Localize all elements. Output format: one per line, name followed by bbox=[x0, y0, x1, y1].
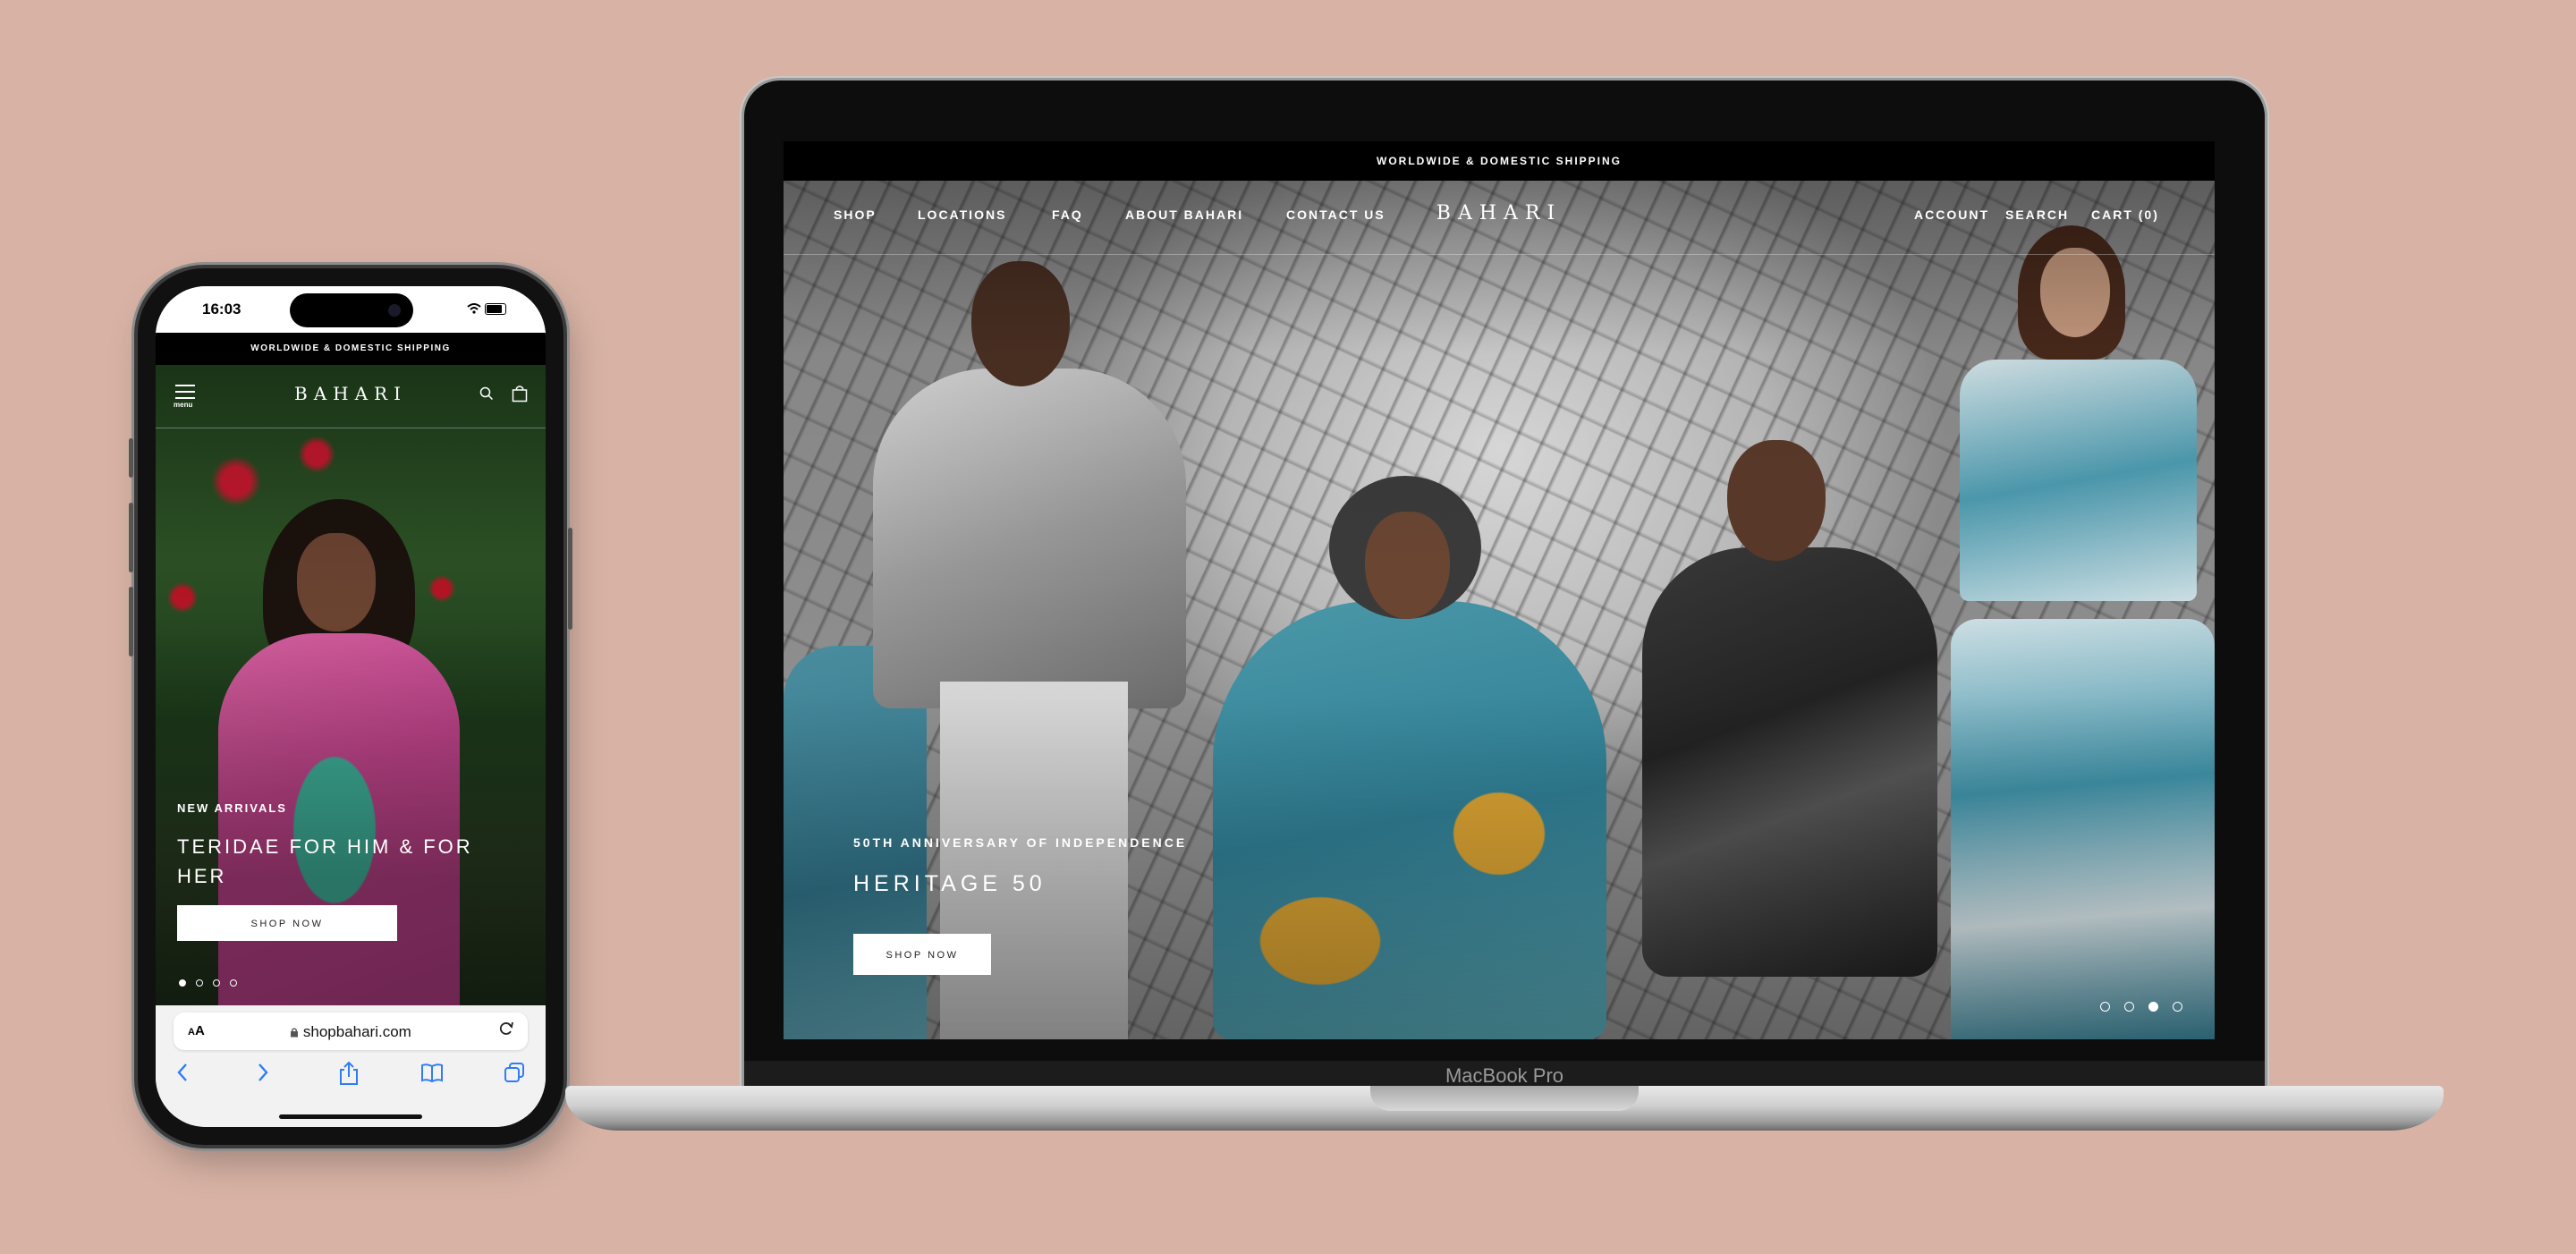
slide-dots bbox=[2100, 1000, 2182, 1016]
hero-eyebrow: NEW ARRIVALS bbox=[177, 801, 287, 815]
hero-heading: TERIDAE FOR HIM & FOR HER bbox=[177, 835, 473, 887]
phone-volume-up bbox=[129, 503, 133, 572]
slide-dot-1[interactable] bbox=[179, 979, 186, 987]
share-icon[interactable] bbox=[338, 1061, 360, 1092]
back-icon[interactable] bbox=[175, 1061, 190, 1090]
nav-search[interactable]: SEARCH bbox=[2005, 208, 2069, 222]
slide-dots bbox=[179, 975, 247, 991]
phone-mute-switch bbox=[129, 438, 133, 478]
status-icons bbox=[467, 301, 506, 315]
browser-toolbar bbox=[156, 1061, 546, 1097]
battery-icon bbox=[485, 302, 506, 315]
nav-account[interactable]: ACCOUNT bbox=[1914, 208, 1989, 222]
hero-eyebrow: 50TH ANNIVERSARY OF INDEPENDENCE bbox=[853, 835, 1188, 850]
bookmarks-icon[interactable] bbox=[420, 1061, 444, 1090]
shop-now-button[interactable]: SHOP NOW bbox=[853, 934, 991, 975]
reload-icon[interactable] bbox=[497, 1020, 515, 1043]
status-bar: 16:03 bbox=[156, 286, 546, 333]
phone-screen: 16:03 WORLDWIDE & DOMESTIC SHIPPING menu… bbox=[156, 286, 546, 1127]
status-time: 16:03 bbox=[202, 301, 242, 318]
cart-bag-icon[interactable] bbox=[512, 385, 528, 402]
url-text[interactable]: shopbahari.com bbox=[174, 1023, 528, 1041]
slide-dot-3[interactable] bbox=[2148, 1002, 2158, 1012]
announcement-bar: WORLDWIDE & DOMESTIC SHIPPING bbox=[156, 333, 546, 365]
brand-logo[interactable]: BAHARI bbox=[784, 202, 2215, 225]
hero-slide: menu BAHARI NEW ARRIVALS TERIDAE FOR HIM… bbox=[156, 365, 546, 1005]
address-bar[interactable]: AA shopbahari.com bbox=[174, 1013, 528, 1050]
slide-dot-2[interactable] bbox=[2124, 1002, 2134, 1012]
hero-slide: SHOP LOCATIONS FAQ ABOUT BAHARI CONTACT … bbox=[784, 181, 2215, 1039]
safari-bottom-bar: AA shopbahari.com bbox=[156, 1005, 546, 1127]
home-indicator bbox=[279, 1114, 422, 1119]
announcement-bar: WORLDWIDE & DOMESTIC SHIPPING bbox=[784, 141, 2215, 181]
macbook-lid-notch bbox=[1370, 1086, 1639, 1111]
shop-now-button[interactable]: SHOP NOW bbox=[177, 905, 397, 941]
tabs-icon[interactable] bbox=[503, 1061, 526, 1090]
phone-volume-down bbox=[129, 587, 133, 657]
search-icon[interactable] bbox=[479, 386, 494, 401]
slide-dot-2[interactable] bbox=[196, 979, 203, 987]
slide-dot-3[interactable] bbox=[213, 979, 220, 987]
wifi-icon bbox=[467, 301, 485, 315]
phone-power-button bbox=[568, 528, 572, 630]
nav-cart[interactable]: CART (0) bbox=[2091, 208, 2159, 222]
forward-icon[interactable] bbox=[256, 1061, 270, 1090]
slide-dot-4[interactable] bbox=[230, 979, 237, 987]
iphone-mockup: 16:03 WORLDWIDE & DOMESTIC SHIPPING menu… bbox=[129, 268, 572, 1145]
slide-dot-1[interactable] bbox=[2100, 1002, 2110, 1012]
lock-icon bbox=[290, 1023, 303, 1040]
laptop-screen: WORLDWIDE & DOMESTIC SHIPPING SHOP LOCAT… bbox=[784, 141, 2215, 1039]
slide-dot-4[interactable] bbox=[2173, 1002, 2182, 1012]
hero-heading: HERITAGE 50 bbox=[853, 871, 1046, 896]
dynamic-island bbox=[290, 293, 413, 327]
